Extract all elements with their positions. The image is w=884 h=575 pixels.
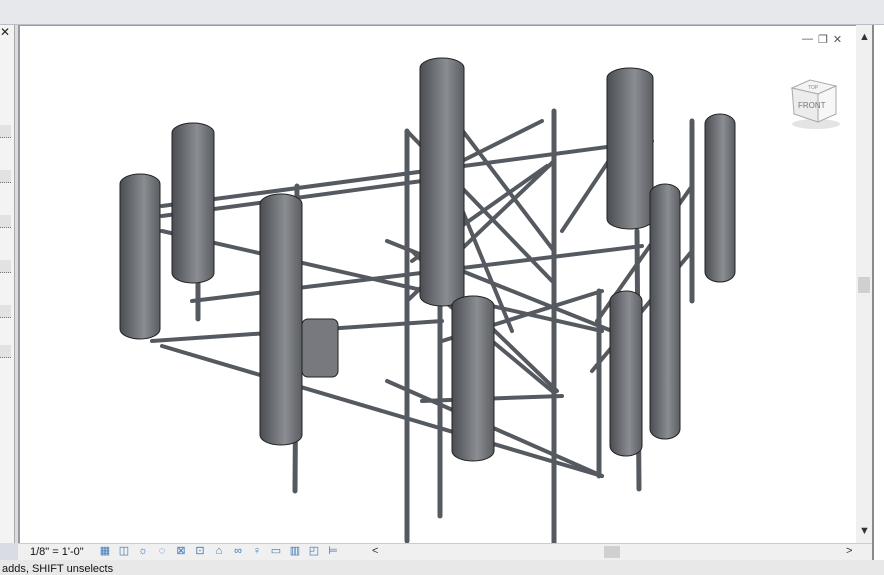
sun-path-icon[interactable]: ☼ — [136, 545, 150, 558]
detail-level-icon[interactable]: ▦ — [98, 545, 112, 558]
antenna-panel — [419, 57, 465, 307]
panel-row[interactable] — [0, 305, 11, 318]
scroll-right-icon[interactable]: > — [846, 545, 852, 557]
constraints-icon[interactable]: ⊨ — [326, 545, 340, 558]
antenna-panel — [609, 290, 643, 457]
viewcube-front-label[interactable]: FRONT — [798, 101, 826, 110]
scroll-up-icon[interactable]: ▲ — [859, 31, 870, 43]
panel-row[interactable] — [0, 345, 11, 358]
antenna-panel — [451, 295, 495, 462]
horizontal-scroll-thumb[interactable] — [604, 546, 620, 558]
panel-row[interactable] — [0, 215, 11, 228]
brace-member — [160, 344, 604, 478]
restore-icon[interactable]: ❐ — [818, 33, 828, 46]
view-window-controls: — ❐ ✕ — [802, 33, 842, 46]
close-icon[interactable]: ✕ — [833, 33, 842, 46]
status-bar: adds, SHIFT unselects — [0, 560, 884, 575]
minimize-icon[interactable]: — — [802, 33, 813, 46]
shadows-icon[interactable]: ◌ — [155, 545, 169, 558]
reveal-hidden-icon[interactable]: ♀ — [250, 545, 264, 558]
visual-style-icon[interactable]: ◫ — [117, 545, 131, 558]
right-panel — [872, 25, 884, 575]
microwave-dish — [301, 318, 339, 378]
antenna-panel — [704, 113, 736, 283]
analytical-model-icon[interactable]: ▥ — [288, 545, 302, 558]
panel-close-icon[interactable]: ✕ — [0, 25, 10, 39]
scroll-down-icon[interactable]: ▼ — [859, 525, 870, 537]
crop-view-icon[interactable]: ⊠ — [174, 545, 188, 558]
view-scale[interactable]: 1/8" = 1'-0" — [30, 546, 84, 558]
top-bar — [0, 0, 884, 25]
highlight-displacement-icon[interactable]: ◰ — [307, 545, 321, 558]
view-control-icons: ▦ ◫ ☼ ◌ ⊠ ⊡ ⌂ ∞ ♀ ▭ ▥ ◰ ⊨ — [98, 545, 340, 558]
viewcube-top-label[interactable]: TOP — [808, 85, 819, 91]
temporary-view-properties-icon[interactable]: ▭ — [269, 545, 283, 558]
panel-row[interactable] — [0, 125, 11, 138]
viewcube[interactable]: TOP FRONT — [788, 78, 844, 130]
collapse-icon[interactable]: < — [372, 545, 378, 557]
temporary-hide-icon[interactable]: ∞ — [231, 545, 245, 558]
vertical-scroll-thumb[interactable] — [858, 277, 870, 293]
panel-row[interactable] — [0, 260, 11, 273]
antenna-panel — [649, 183, 681, 440]
vertical-scrollbar[interactable]: ▲ ▼ — [856, 25, 872, 543]
show-crop-icon[interactable]: ⊡ — [193, 545, 207, 558]
antenna-panel — [171, 122, 215, 284]
view-control-bar: 1/8" = 1'-0" ▦ ◫ ☼ ◌ ⊠ ⊡ ⌂ ∞ ♀ ▭ ▥ ◰ ⊨ < > — [18, 543, 872, 561]
unlock-3d-view-icon[interactable]: ⌂ — [212, 545, 226, 558]
antenna-panel — [119, 173, 161, 340]
antenna-panel — [259, 193, 303, 446]
cell-tower-model[interactable] — [20, 26, 858, 547]
properties-panel: ✕ — [0, 25, 15, 543]
panel-row[interactable] — [0, 170, 11, 183]
antenna-panel — [606, 67, 654, 230]
3d-view-canvas[interactable] — [18, 25, 858, 547]
brace-member — [160, 229, 604, 333]
